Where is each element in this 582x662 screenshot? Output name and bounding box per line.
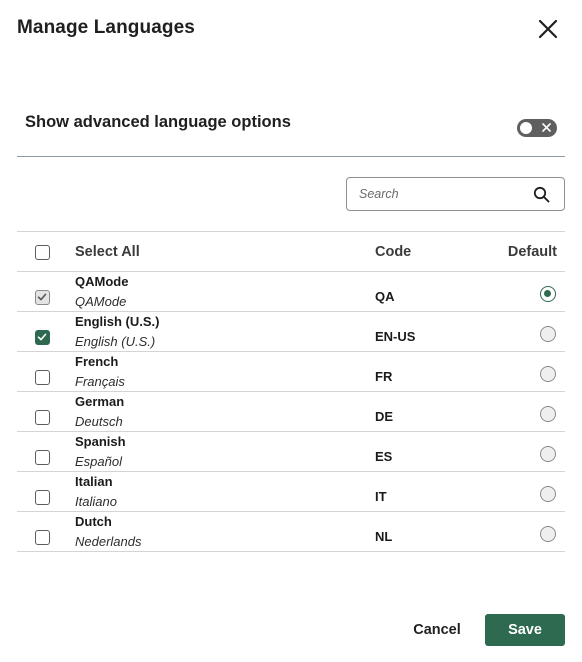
language-name: French — [75, 354, 119, 369]
table-row: Spanish Español ES — [17, 432, 565, 472]
select-all-checkbox[interactable] — [35, 245, 50, 260]
language-code: EN-US — [375, 329, 416, 344]
check-icon — [37, 333, 47, 341]
section-divider — [17, 156, 565, 157]
default-radio[interactable] — [540, 526, 556, 542]
row-checkbox[interactable] — [35, 370, 50, 385]
language-native-name: QAMode — [75, 294, 127, 309]
close-button[interactable] — [536, 17, 560, 41]
toggle-knob — [520, 122, 532, 134]
dialog-title: Manage Languages — [17, 17, 195, 38]
save-button[interactable]: Save — [485, 614, 565, 646]
table-header: Select All Code Default — [17, 231, 565, 272]
row-checkbox[interactable] — [35, 410, 50, 425]
default-column-header: Default — [507, 244, 557, 260]
language-code: QA — [375, 289, 395, 304]
language-name: English (U.S.) — [75, 314, 160, 329]
table-row: Italian Italiano IT — [17, 472, 565, 512]
search-icon[interactable] — [533, 186, 550, 203]
cancel-button[interactable]: Cancel — [406, 614, 468, 646]
advanced-options-toggle[interactable] — [517, 119, 557, 137]
table-row: French Français FR — [17, 352, 565, 392]
code-column-header: Code — [375, 244, 412, 260]
language-name: Dutch — [75, 514, 112, 529]
default-radio[interactable] — [540, 486, 556, 502]
search-input[interactable] — [359, 185, 529, 203]
language-native-name: Español — [75, 454, 122, 469]
table-row: Dutch Nederlands NL — [17, 512, 565, 552]
default-radio[interactable] — [540, 286, 556, 302]
language-native-name: Nederlands — [75, 534, 142, 549]
language-code: FR — [375, 369, 393, 384]
language-name: Italian — [75, 474, 113, 489]
languages-table: Select All Code Default QAMode QAMode QA… — [17, 231, 565, 552]
language-code: ES — [375, 449, 393, 464]
language-name: German — [75, 394, 125, 409]
search-box[interactable] — [346, 177, 565, 211]
table-row: QAMode QAMode QA — [17, 272, 565, 312]
language-name: QAMode — [75, 274, 129, 289]
language-native-name: Deutsch — [75, 414, 123, 429]
row-checkbox[interactable] — [35, 330, 50, 345]
select-all-label: Select All — [75, 244, 140, 260]
language-native-name: English (U.S.) — [75, 334, 156, 349]
language-native-name: Italiano — [75, 494, 117, 509]
language-code: NL — [375, 529, 393, 544]
default-radio[interactable] — [540, 406, 556, 422]
table-row: German Deutsch DE — [17, 392, 565, 432]
default-radio[interactable] — [540, 326, 556, 342]
default-radio[interactable] — [540, 366, 556, 382]
row-checkbox[interactable] — [35, 490, 50, 505]
row-checkbox[interactable] — [35, 530, 50, 545]
row-checkbox[interactable] — [35, 290, 50, 305]
table-row: English (U.S.) English (U.S.) EN-US — [17, 312, 565, 352]
check-icon — [37, 293, 47, 301]
advanced-options-label: Show advanced language options — [25, 113, 291, 131]
language-code: DE — [375, 409, 394, 424]
close-icon — [538, 19, 558, 39]
language-code: IT — [375, 489, 387, 504]
manage-languages-dialog: Manage Languages Show advanced language … — [0, 0, 582, 662]
default-radio[interactable] — [540, 446, 556, 462]
language-native-name: Français — [75, 374, 125, 389]
toggle-off-icon — [542, 123, 551, 132]
row-checkbox[interactable] — [35, 450, 50, 465]
language-name: Spanish — [75, 434, 126, 449]
